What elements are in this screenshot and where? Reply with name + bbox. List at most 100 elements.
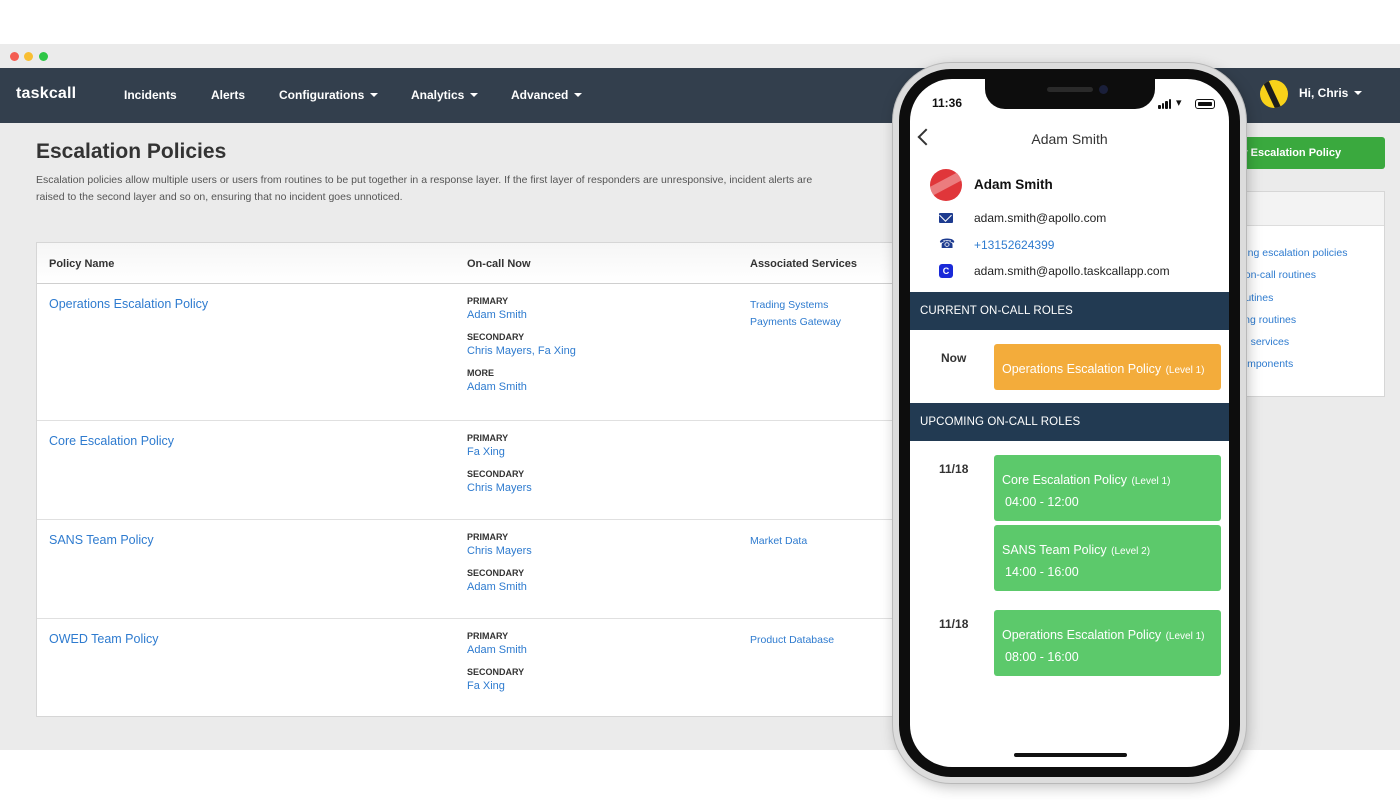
help-link[interactable]: g on-call routines — [1236, 264, 1384, 286]
on-call-cell: PRIMARY Fa Xing SECONDARY Chris Mayers — [467, 433, 532, 505]
upcoming-date: 11/18 — [939, 462, 969, 476]
column-header-associated-services: Associated Services — [750, 258, 858, 270]
taskcall-email-text: adam.smith@apollo.taskcallapp.com — [974, 264, 1170, 278]
battery-icon — [1195, 99, 1215, 109]
user-avatar — [930, 169, 962, 201]
help-link[interactable]: components — [1236, 353, 1384, 375]
current-label: Now — [941, 351, 967, 365]
taskcall-email-row[interactable]: C adam.smith@apollo.taskcallapp.com — [910, 262, 1229, 284]
on-call-cell: PRIMARY Chris Mayers SECONDARY Adam Smit… — [467, 532, 532, 604]
upcoming-roles-header: UPCOMING ON-CALL ROLES — [910, 403, 1229, 441]
email-row[interactable]: adam.smith@apollo.com — [910, 209, 1229, 231]
nav-advanced[interactable]: Advanced — [511, 88, 583, 102]
maximize-window-icon[interactable] — [39, 52, 48, 61]
nav-configurations[interactable]: Configurations — [279, 88, 379, 102]
role-hours: 04:00 - 12:00 — [1005, 495, 1079, 509]
service-link[interactable]: Payments Gateway — [750, 314, 841, 331]
role-level: (Level 2) — [1111, 546, 1151, 557]
phone-notch — [985, 79, 1155, 109]
upcoming-role-card[interactable]: Operations Escalation Policy (Level 1) 0… — [994, 610, 1221, 676]
page-description: Escalation policies allow multiple users… — [36, 174, 813, 203]
signal-icon — [1158, 99, 1172, 109]
on-call-user-link[interactable]: Chris Mayers — [467, 545, 532, 557]
column-header-policy-name[interactable]: Policy Name — [49, 258, 114, 270]
role-level: (Level 1) — [1165, 631, 1205, 642]
help-panel-header — [1226, 192, 1384, 226]
policies-table: Policy Name On-call Now Associated Servi… — [36, 242, 906, 717]
on-call-cell: PRIMARY Adam Smith SECONDARY Fa Xing — [467, 631, 527, 703]
stage: taskcall Incidents Alerts Configurations… — [0, 0, 1400, 800]
on-call-user-link[interactable]: Adam Smith — [467, 309, 576, 321]
on-call-user-link[interactable]: Adam Smith — [467, 381, 576, 393]
role-policy-name: SANS Team Policy — [1002, 543, 1107, 557]
chevron-down-icon — [574, 92, 583, 97]
table-row: Core Escalation Policy PRIMARY Fa Xing S… — [37, 421, 905, 520]
on-call-user-link[interactable]: Adam Smith — [467, 644, 527, 656]
services-cell: Product Database — [750, 632, 834, 649]
column-header-on-call-now: On-call Now — [467, 258, 531, 270]
role-hours: 14:00 - 16:00 — [1005, 565, 1079, 579]
phone-icon: ☎ — [939, 236, 956, 251]
help-link[interactable]: routines — [1236, 287, 1384, 309]
nav-analytics[interactable]: Analytics — [411, 88, 479, 102]
chevron-down-icon — [370, 92, 379, 97]
services-cell: Trading Systems Payments Gateway — [750, 297, 841, 331]
user-menu[interactable]: Hi, Chris — [1299, 86, 1363, 100]
minimize-window-icon[interactable] — [24, 52, 33, 61]
home-indicator[interactable] — [1014, 753, 1127, 757]
role-label: SECONDARY — [467, 332, 525, 342]
role-label: PRIMARY — [467, 433, 509, 443]
role-label: MORE — [467, 368, 494, 378]
service-link[interactable]: Trading Systems — [750, 297, 841, 314]
role-policy-name: Operations Escalation Policy — [1002, 628, 1162, 642]
role-label: SECONDARY — [467, 667, 525, 677]
close-window-icon[interactable] — [10, 52, 19, 61]
on-call-cell: PRIMARY Adam Smith SECONDARY Chris Mayer… — [467, 296, 576, 404]
taskcall-icon: C — [939, 264, 953, 278]
current-roles-header: CURRENT ON-CALL ROLES — [910, 292, 1229, 330]
role-label: SECONDARY — [467, 469, 525, 479]
nav-alerts[interactable]: Alerts — [211, 88, 245, 102]
upcoming-role-card[interactable]: SANS Team Policy (Level 2) 14:00 - 16:00 — [994, 525, 1221, 591]
upcoming-role-card[interactable]: Core Escalation Policy (Level 1) 04:00 -… — [994, 455, 1221, 521]
service-link[interactable]: Product Database — [750, 632, 834, 649]
upcoming-date: 11/18 — [939, 617, 969, 631]
phone-row[interactable]: ☎ +13152624399 — [910, 236, 1229, 258]
on-call-user-link[interactable]: Fa Xing — [467, 446, 532, 458]
phone-bezel: 11:36 ▾ Adam Smith Adam Smith adam.smith… — [899, 69, 1240, 777]
current-role-card[interactable]: Operations Escalation Policy (Level 1) — [994, 344, 1221, 390]
email-text: adam.smith@apollo.com — [974, 211, 1107, 225]
mobile-header-title: Adam Smith — [1031, 131, 1108, 147]
page-title: Escalation Policies — [36, 140, 227, 163]
policy-link[interactable]: SANS Team Policy — [49, 533, 154, 547]
services-cell: Market Data — [750, 533, 807, 550]
phone-number-link[interactable]: +13152624399 — [974, 238, 1054, 252]
role-hours: 08:00 - 16:00 — [1005, 650, 1079, 664]
on-call-user-link[interactable]: Chris Mayers — [467, 482, 532, 494]
user-avatar[interactable] — [1260, 80, 1288, 108]
phone-frame: 11:36 ▾ Adam Smith Adam Smith adam.smith… — [893, 63, 1246, 783]
table-row: Operations Escalation Policy PRIMARY Ada… — [37, 284, 905, 421]
help-link[interactable]: ng services — [1236, 331, 1384, 353]
policy-link[interactable]: Core Escalation Policy — [49, 434, 174, 448]
role-level: (Level 1) — [1165, 365, 1205, 376]
help-link[interactable]: uring escalation policies — [1236, 242, 1384, 264]
on-call-user-link[interactable]: Chris Mayers, Fa Xing — [467, 345, 576, 357]
table-row: OWED Team Policy PRIMARY Adam Smith SECO… — [37, 619, 905, 716]
speaker-grille — [1047, 87, 1093, 92]
role-level: (Level 1) — [1131, 476, 1171, 487]
service-link[interactable]: Market Data — [750, 533, 807, 550]
on-call-user-link[interactable]: Fa Xing — [467, 680, 527, 692]
nav-incidents[interactable]: Incidents — [124, 88, 177, 102]
help-panel: uring escalation policies g on-call rout… — [1225, 191, 1385, 397]
on-call-user-link[interactable]: Adam Smith — [467, 581, 532, 593]
new-escalation-policy-button[interactable]: w Escalation Policy — [1225, 137, 1385, 169]
policy-link[interactable]: Operations Escalation Policy — [49, 297, 208, 311]
role-policy-name: Operations Escalation Policy — [1002, 362, 1162, 376]
mail-icon — [939, 213, 953, 223]
help-link[interactable]: ding routines — [1236, 309, 1384, 331]
phone-screen: 11:36 ▾ Adam Smith Adam Smith adam.smith… — [910, 79, 1229, 767]
brand-logo[interactable]: taskcall — [16, 85, 76, 103]
chevron-down-icon — [1354, 90, 1363, 95]
policy-link[interactable]: OWED Team Policy — [49, 632, 159, 646]
